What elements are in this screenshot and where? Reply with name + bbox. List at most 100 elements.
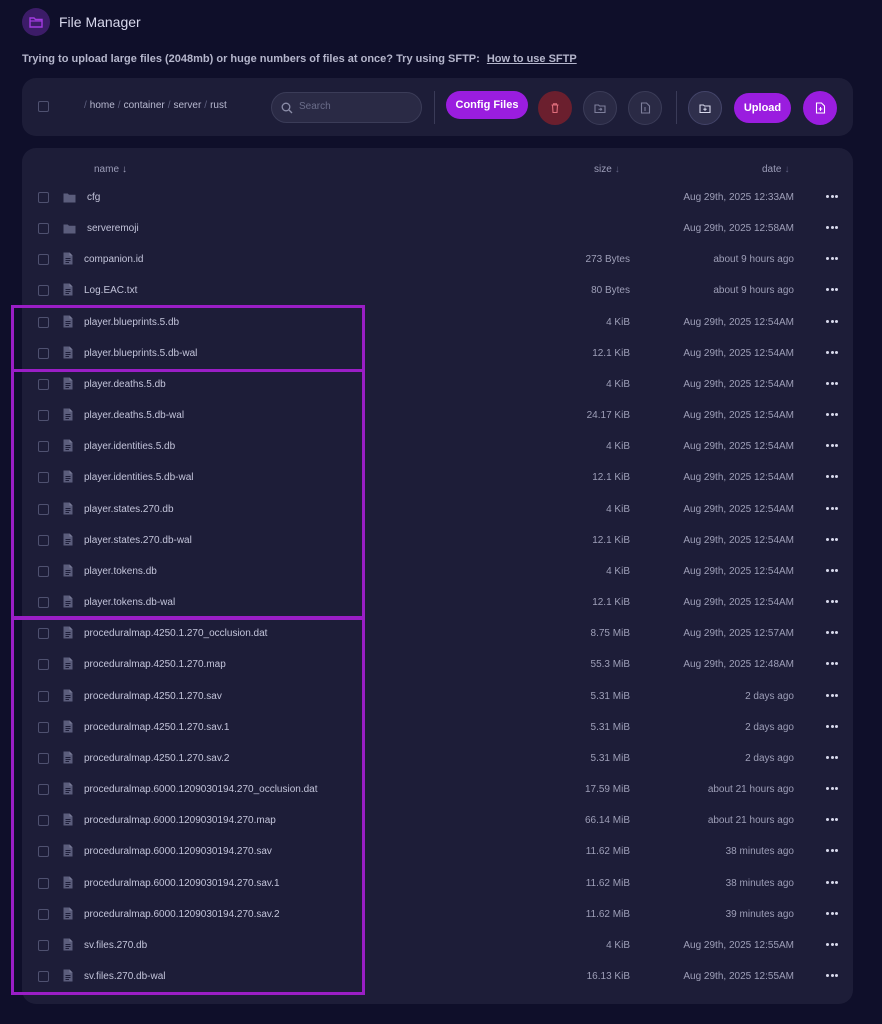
file-row[interactable]: player.states.270.db-wal 12.1 KiB Aug 29th…: [22, 525, 853, 556]
row-checkbox[interactable]: [38, 285, 49, 297]
row-checkbox[interactable]: [38, 347, 49, 359]
file-name[interactable]: player.deaths.5.db-wal: [84, 410, 184, 421]
column-header-date[interactable]: date ↓: [762, 164, 789, 175]
file-row[interactable]: proceduralmap.4250.1.270.sav.1 5.31 MiB 2 …: [22, 712, 853, 743]
file-row[interactable]: proceduralmap.6000.1209030194.270.sav 11.…: [22, 836, 853, 867]
file-row[interactable]: player.identities.5.db 4 KiB Aug 29th, 202…: [22, 431, 853, 462]
breadcrumb-home[interactable]: home: [90, 100, 115, 111]
column-header-size[interactable]: size ↓: [594, 164, 620, 175]
file-row[interactable]: player.identities.5.db-wal 12.1 KiB Aug 29…: [22, 462, 853, 493]
file-name[interactable]: player.tokens.db: [84, 566, 157, 577]
more-options-icon[interactable]: [826, 319, 838, 324]
file-row[interactable]: player.blueprints.5.db-wal 12.1 KiB Aug 29…: [22, 338, 853, 369]
file-row[interactable]: proceduralmap.6000.1209030194.270_occlus…: [22, 774, 853, 805]
row-checkbox[interactable]: [38, 628, 49, 640]
more-options-icon[interactable]: [826, 413, 838, 417]
more-options-icon[interactable]: [826, 444, 838, 448]
row-checkbox[interactable]: [38, 752, 49, 764]
file-row[interactable]: proceduralmap.6000.1209030194.270.map 66.…: [22, 805, 853, 836]
file-row[interactable]: companion.id 273 Bytes about 9 hours ago: [22, 244, 853, 275]
file-name[interactable]: cfg: [87, 192, 100, 203]
file-row[interactable]: proceduralmap.4250.1.270.sav 5.31 MiB 2 da…: [22, 681, 853, 712]
more-options-icon[interactable]: [826, 911, 838, 916]
file-row[interactable]: proceduralmap.6000.1209030194.270.sav.1 1…: [22, 868, 853, 899]
more-options-icon[interactable]: [826, 350, 838, 355]
file-row[interactable]: player.tokens.db-wal 12.1 KiB Aug 29th, 20…: [22, 587, 853, 618]
row-checkbox[interactable]: [38, 472, 49, 484]
file-name[interactable]: proceduralmap.4250.1.270_occlusion.dat: [84, 628, 267, 639]
row-checkbox[interactable]: [38, 316, 49, 328]
file-name[interactable]: player.states.270.db: [84, 504, 174, 515]
more-options-icon[interactable]: [826, 942, 838, 947]
row-checkbox[interactable]: [38, 441, 49, 453]
file-name[interactable]: player.states.270.db-wal: [84, 535, 192, 546]
file-row[interactable]: proceduralmap.4250.1.270.sav.2 5.31 MiB 2 …: [22, 743, 853, 774]
file-row[interactable]: player.states.270.db 4 KiB Aug 29th, 2025 …: [22, 494, 853, 525]
more-options-icon[interactable]: [826, 600, 838, 604]
file-name[interactable]: proceduralmap.4250.1.270.sav.1: [84, 722, 229, 733]
file-row[interactable]: proceduralmap.4250.1.270.map 55.3 MiB Aug …: [22, 649, 853, 680]
row-checkbox[interactable]: [38, 410, 49, 422]
row-checkbox[interactable]: [38, 503, 49, 515]
file-name[interactable]: serveremoji: [87, 223, 139, 234]
file-row[interactable]: sv.files.270.db 4 KiB Aug 29th, 2025 12:55…: [22, 930, 853, 961]
file-row[interactable]: proceduralmap.4250.1.270_occlusion.dat 8.…: [22, 618, 853, 649]
delete-button[interactable]: [538, 91, 572, 125]
more-options-icon[interactable]: [826, 818, 838, 822]
more-options-icon[interactable]: [826, 787, 838, 791]
row-checkbox[interactable]: [38, 846, 49, 858]
file-row[interactable]: player.blueprints.5.db 4 KiB Aug 29th, 202…: [22, 307, 853, 338]
file-name[interactable]: player.identities.5.db-wal: [84, 472, 194, 483]
file-name[interactable]: player.tokens.db-wal: [84, 597, 175, 608]
file-name[interactable]: companion.id: [84, 254, 143, 265]
row-checkbox[interactable]: [38, 908, 49, 920]
file-name[interactable]: proceduralmap.6000.1209030194.270_occlus…: [84, 784, 318, 795]
row-checkbox[interactable]: [38, 378, 49, 390]
upload-button[interactable]: Upload: [734, 93, 791, 123]
select-all-checkbox[interactable]: [38, 101, 49, 112]
file-name[interactable]: proceduralmap.6000.1209030194.270.sav.2: [84, 909, 280, 920]
config-files-button[interactable]: Config Files: [446, 91, 528, 119]
more-options-icon[interactable]: [826, 662, 838, 666]
file-name[interactable]: sv.files.270.db: [84, 940, 147, 951]
more-options-icon[interactable]: [826, 381, 838, 386]
column-header-name[interactable]: name ↓: [94, 164, 127, 175]
new-folder-button[interactable]: [688, 91, 722, 125]
search-input[interactable]: [299, 101, 409, 112]
more-options-icon[interactable]: [826, 257, 838, 261]
file-row[interactable]: player.deaths.5.db-wal 24.17 KiB Aug 29th,…: [22, 400, 853, 431]
file-name[interactable]: player.identities.5.db: [84, 441, 175, 452]
more-options-icon[interactable]: [826, 849, 838, 853]
row-checkbox[interactable]: [38, 971, 49, 982]
row-checkbox[interactable]: [38, 690, 49, 702]
row-checkbox[interactable]: [38, 815, 49, 827]
more-options-icon[interactable]: [826, 537, 838, 542]
row-checkbox[interactable]: [38, 565, 49, 577]
file-name[interactable]: proceduralmap.4250.1.270.sav.2: [84, 753, 229, 764]
move-button[interactable]: [583, 91, 617, 125]
row-checkbox[interactable]: [38, 721, 49, 733]
file-name[interactable]: proceduralmap.6000.1209030194.270.sav.1: [84, 878, 280, 889]
breadcrumb-container[interactable]: container: [124, 100, 165, 111]
breadcrumb-rust[interactable]: rust: [210, 100, 227, 111]
row-checkbox[interactable]: [38, 659, 49, 671]
more-options-icon[interactable]: [826, 475, 838, 479]
file-row[interactable]: player.tokens.db 4 KiB Aug 29th, 2025 12:5…: [22, 556, 853, 587]
row-checkbox[interactable]: [38, 223, 49, 235]
file-name[interactable]: sv.files.270.db-wal: [84, 971, 166, 982]
file-row[interactable]: proceduralmap.6000.1209030194.270.sav.2 1…: [22, 899, 853, 930]
breadcrumb-server[interactable]: server: [174, 100, 202, 111]
file-name[interactable]: proceduralmap.4250.1.270.sav: [84, 691, 222, 702]
archive-button[interactable]: [628, 91, 662, 125]
row-checkbox[interactable]: [38, 534, 49, 546]
more-options-icon[interactable]: [826, 226, 838, 230]
row-checkbox[interactable]: [38, 784, 49, 796]
more-options-icon[interactable]: [826, 288, 838, 292]
row-checkbox[interactable]: [38, 192, 49, 203]
sftp-help-link[interactable]: How to use SFTP: [487, 53, 577, 65]
file-name[interactable]: proceduralmap.6000.1209030194.270.map: [84, 815, 276, 826]
file-name[interactable]: player.blueprints.5.db-wal: [84, 348, 197, 359]
folder-row[interactable]: cfg Aug 29th, 2025 12:33AM: [22, 182, 853, 213]
file-name[interactable]: Log.EAC.txt: [84, 285, 137, 296]
more-options-icon[interactable]: [826, 506, 838, 511]
